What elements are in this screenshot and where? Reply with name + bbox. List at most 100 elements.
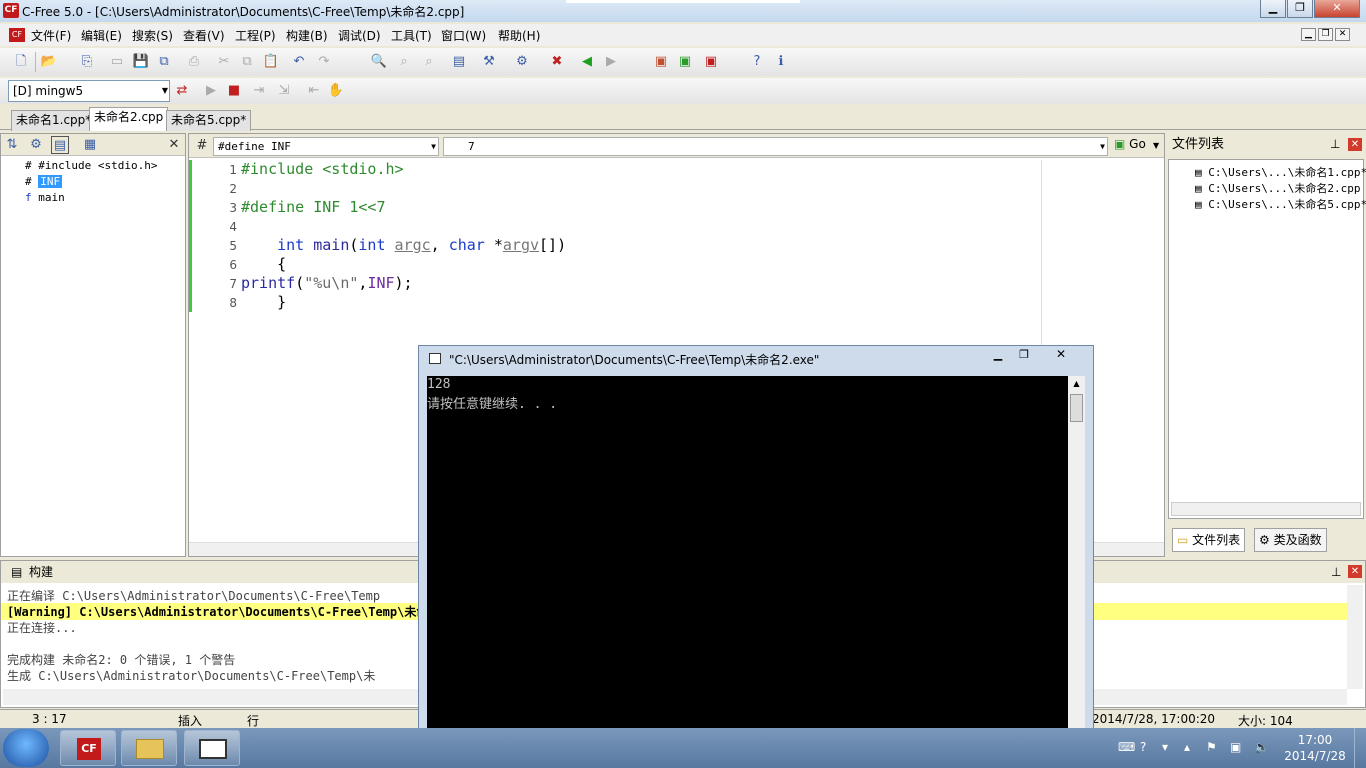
sort-icon[interactable]: ⇅ bbox=[3, 136, 21, 154]
system-clock[interactable]: 17:00 2014/7/28 bbox=[1282, 732, 1348, 764]
tree-main[interactable]: f main bbox=[25, 191, 65, 204]
outline-icon[interactable]: ▤ bbox=[51, 136, 69, 154]
stop-icon[interactable]: ■ bbox=[225, 82, 243, 100]
action-center-icon[interactable]: ⚑ bbox=[1206, 740, 1217, 754]
file-list-item[interactable]: ▤ C:\Users\...\未命名1.cpp* bbox=[1195, 164, 1366, 180]
console-output[interactable]: 128 请按任意键继续. . . bbox=[427, 376, 1068, 736]
console-minimize-button[interactable]: ▁ bbox=[985, 348, 1011, 364]
restore-button[interactable]: ❐ bbox=[1287, 0, 1313, 18]
taskbar-explorer[interactable] bbox=[121, 730, 177, 766]
console-restore-button[interactable]: ❐ bbox=[1011, 348, 1037, 364]
run-icon[interactable]: ▶ bbox=[202, 82, 220, 100]
symbol-combo[interactable]: #define INF ▼ bbox=[213, 137, 439, 156]
panel-close-icon[interactable]: ✕ bbox=[165, 136, 183, 154]
close-file-icon[interactable]: ▭ bbox=[108, 53, 126, 71]
find-next-icon[interactable]: ⌕ bbox=[395, 53, 413, 71]
mdi-minimize-button[interactable]: ▁ bbox=[1301, 28, 1316, 41]
paste-icon[interactable]: 📋 bbox=[262, 53, 280, 71]
code-line: int main(int argc, char *argv[]) bbox=[277, 236, 567, 254]
tree-define[interactable]: # INF bbox=[25, 175, 63, 188]
step-over-icon[interactable]: ⇥ bbox=[250, 82, 268, 100]
tab-file-list[interactable]: ▭ 文件列表 bbox=[1172, 528, 1246, 552]
taskbar-console[interactable] bbox=[184, 730, 240, 766]
build-options-icon[interactable]: ⚙ bbox=[513, 53, 531, 71]
build-output-line: 生成 C:\Users\Administrator\Documents\C-Fr… bbox=[7, 669, 376, 683]
goto-line-icon[interactable]: ▤ bbox=[450, 53, 468, 71]
go-button[interactable]: ▣ Go bbox=[1114, 137, 1146, 151]
back-icon[interactable]: ◀ bbox=[578, 53, 596, 71]
document-icon[interactable]: CF bbox=[9, 28, 25, 42]
compiler-select[interactable]: [D] mingw5 ▼ bbox=[8, 80, 170, 102]
copy-icon[interactable]: ⧉ bbox=[238, 53, 256, 71]
menu-edit[interactable]: 编辑(E) bbox=[81, 27, 122, 44]
chevron-down-icon[interactable]: ▼ bbox=[1153, 141, 1159, 150]
menu-debug[interactable]: 调试(D) bbox=[338, 27, 381, 44]
show-hidden-icons[interactable]: ▴ bbox=[1184, 740, 1190, 754]
taskbar-cfree[interactable]: CF bbox=[60, 730, 116, 766]
next-bookmark-icon[interactable]: ▣ bbox=[676, 53, 694, 71]
open-project-icon[interactable]: ⎘ bbox=[78, 53, 96, 71]
close-button[interactable]: ✕ bbox=[1314, 0, 1360, 18]
mdi-restore-button[interactable]: ❐ bbox=[1318, 28, 1333, 41]
file-list-item[interactable]: ▤ C:\Users\...\未命名5.cpp* bbox=[1195, 196, 1366, 212]
step-into-icon[interactable]: ⇲ bbox=[275, 82, 293, 100]
help-icon[interactable]: ? bbox=[748, 53, 766, 71]
menu-file[interactable]: 文件(F) bbox=[31, 27, 71, 44]
group-icon[interactable]: ⚙ bbox=[27, 136, 45, 154]
menu-tools[interactable]: 工具(T) bbox=[391, 27, 432, 44]
menu-project[interactable]: 工程(P) bbox=[235, 27, 276, 44]
menu-view[interactable]: 查看(V) bbox=[183, 27, 225, 44]
mdi-close-button[interactable]: ✕ bbox=[1335, 28, 1350, 41]
console-window: "C:\Users\Administrator\Documents\C-Free… bbox=[418, 345, 1094, 736]
network-icon[interactable]: ▣ bbox=[1230, 740, 1241, 754]
start-button[interactable] bbox=[3, 729, 49, 767]
close-icon[interactable]: ✕ bbox=[1348, 565, 1362, 578]
undo-icon[interactable]: ↶ bbox=[290, 53, 308, 71]
tab-untitled1[interactable]: 未命名1.cpp* bbox=[11, 110, 97, 131]
show-desktop-button[interactable] bbox=[1354, 728, 1366, 768]
pin-icon[interactable]: ⊥ bbox=[1331, 561, 1341, 583]
menu-window[interactable]: 窗口(W) bbox=[441, 27, 486, 44]
tab-classes[interactable]: ⚙ 类及函数 bbox=[1254, 528, 1327, 552]
help-tray-icon[interactable]: ? bbox=[1140, 740, 1146, 754]
stop-build-icon[interactable]: ✖ bbox=[548, 53, 566, 71]
console-scrollbar[interactable]: ▲ bbox=[1068, 376, 1085, 736]
open-folder-icon[interactable]: 📂 bbox=[40, 53, 58, 71]
input-method-icon[interactable]: ▾ bbox=[1162, 740, 1168, 754]
tab-untitled2[interactable]: 未命名2.cpp bbox=[89, 107, 169, 131]
scroll-up-icon[interactable]: ▲ bbox=[1069, 379, 1084, 388]
console-close-button[interactable]: ✕ bbox=[1039, 347, 1083, 364]
list-view-icon[interactable]: ▦ bbox=[81, 136, 99, 154]
cut-icon[interactable]: ✂ bbox=[215, 53, 233, 71]
redo-icon[interactable]: ↷ bbox=[315, 53, 333, 71]
close-icon[interactable]: ✕ bbox=[1348, 138, 1362, 151]
file-list-item[interactable]: ▤ C:\Users\...\未命名2.cpp bbox=[1195, 180, 1360, 196]
save-all-icon[interactable]: ⧉ bbox=[155, 53, 173, 71]
new-file-icon[interactable]: 🗋 bbox=[12, 53, 30, 71]
compiler-settings-icon[interactable]: ⇄ bbox=[173, 82, 191, 100]
volume-icon[interactable]: 🔈 bbox=[1254, 740, 1269, 754]
minimize-button[interactable]: ▁ bbox=[1260, 0, 1286, 18]
hand-icon[interactable]: ✋ bbox=[327, 82, 345, 100]
keyboard-icon[interactable]: ⌨ bbox=[1118, 740, 1135, 754]
forward-icon[interactable]: ▶ bbox=[602, 53, 620, 71]
bookmark-icon[interactable]: ▣ bbox=[652, 53, 670, 71]
find-icon[interactable]: 🔍 bbox=[370, 53, 388, 71]
pin-icon[interactable]: ⊥ bbox=[1330, 137, 1340, 151]
tree-include[interactable]: # #include <stdio.h> bbox=[25, 159, 157, 172]
save-icon[interactable]: 💾 bbox=[132, 53, 150, 71]
menu-help[interactable]: 帮助(H) bbox=[498, 27, 540, 44]
menu-search[interactable]: 搜索(S) bbox=[132, 27, 173, 44]
clear-bookmarks-icon[interactable]: ▣ bbox=[702, 53, 720, 71]
replace-icon[interactable]: ⌕ bbox=[420, 53, 438, 71]
file-list-scrollbar[interactable] bbox=[1171, 502, 1361, 516]
info-icon[interactable]: ℹ bbox=[772, 53, 790, 71]
breakpoint-icon[interactable]: ⇤ bbox=[305, 82, 323, 100]
tab-untitled5[interactable]: 未命名5.cpp* bbox=[166, 110, 252, 131]
compile-icon[interactable]: ⚒ bbox=[480, 53, 498, 71]
line-combo[interactable]: 7 ▼ bbox=[443, 137, 1108, 156]
build-vertical-scrollbar[interactable] bbox=[1347, 585, 1363, 689]
print-icon[interactable]: ⎙ bbox=[185, 53, 203, 71]
menu-build[interactable]: 构建(B) bbox=[286, 27, 328, 44]
scroll-thumb[interactable] bbox=[1070, 394, 1083, 422]
